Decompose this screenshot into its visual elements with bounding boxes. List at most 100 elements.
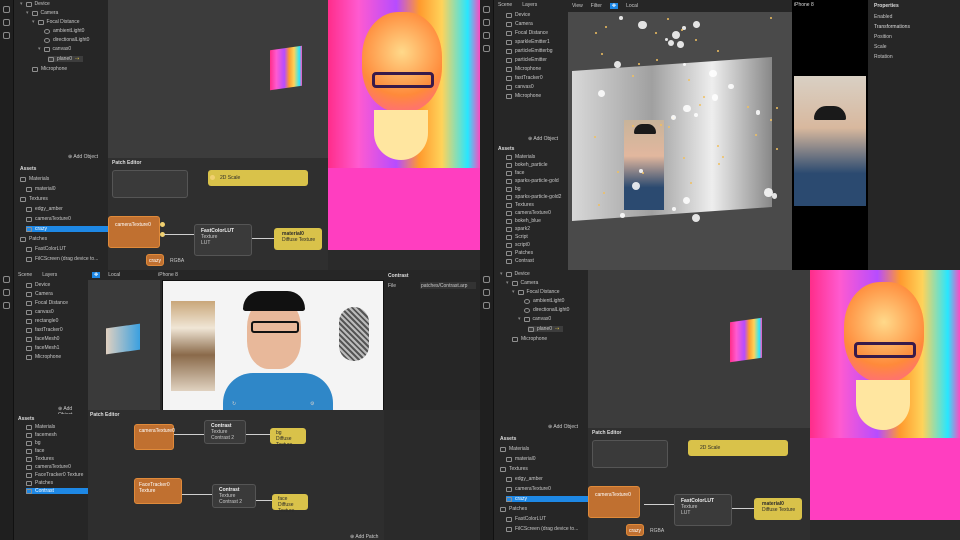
asset-item[interactable]: FilCScreen (drag device to... [506,526,591,532]
asset-item[interactable]: Camera [26,291,93,297]
asset-item[interactable]: Script [506,234,573,240]
scene-item-focal[interactable]: ▾ Focal Distance [512,289,560,295]
scene-tab[interactable]: Scene [498,2,512,8]
asset-item[interactable]: bg [506,186,573,192]
asset-item[interactable]: bokeh_blue [506,218,573,224]
scene-item-plane[interactable]: plane0 ⇢ [48,56,84,62]
asset-item[interactable]: face [26,448,93,454]
toolbar-icon-1[interactable] [3,276,10,283]
asset-folder[interactable]: Materials [500,446,585,452]
toolbar-icon-2[interactable] [3,19,10,26]
asset-item[interactable]: facemesh [26,432,93,438]
material-node[interactable]: material0 Diffuse Texture [274,228,322,250]
scene-item-plane[interactable]: plane0 ⇢ [528,326,564,332]
asset-item[interactable]: edgy_amber [26,206,111,212]
lut-node[interactable]: FastColorLUT Texture LUT [194,224,252,256]
asset-item[interactable]: crazy [26,226,111,232]
asset-item[interactable]: Focal Distance [26,300,93,306]
scene-item-ambient[interactable]: ambientLight0 [524,298,564,304]
asset-item[interactable]: bokeh_particle [506,162,573,168]
local-toggle[interactable]: Local [108,272,120,278]
add-patch-button[interactable]: ⊕ Add Patch [350,534,378,540]
toolbar-icon-2[interactable] [3,289,10,296]
device-selector[interactable]: iPhone 8 [158,272,178,278]
camera-texture-node[interactable]: cameraTexture0 [588,486,640,518]
move-tool-icon[interactable]: ✥ [92,272,101,278]
asset-item[interactable]: Materials [26,424,93,430]
toolbar-icon-2[interactable] [483,19,490,26]
move-tool-icon[interactable]: ✥ [609,3,619,9]
scene-item-microphone[interactable]: Microphone [32,66,67,72]
asset-item[interactable]: particleEmitterbg [506,48,573,54]
asset-item[interactable]: script0 [506,242,573,248]
view-menu[interactable]: View [572,3,583,9]
asset-item[interactable]: Patches [26,480,93,486]
settings-icon[interactable]: ⚙ [310,401,314,407]
asset-item[interactable]: faceMesh1 [26,345,93,351]
layers-tab[interactable]: Layers [522,2,537,8]
asset-item[interactable]: sparks-particle-gold [506,178,573,184]
asset-item[interactable]: material0 [506,456,591,462]
filter-menu[interactable]: Filter [591,3,602,9]
asset-folder[interactable]: Patches [500,506,585,512]
scale-output-node[interactable]: 2D Scale [688,440,788,456]
asset-folder[interactable]: Textures [20,196,105,202]
toolbar-icon-3[interactable] [483,32,490,39]
contrast-node-1[interactable]: Contrast Texture Contrast 2 [204,420,246,444]
toolbar-icon-4[interactable] [483,45,490,52]
scene-item-device[interactable]: ▾ Device [500,271,530,277]
asset-item[interactable]: cameraTexture0 [506,486,591,492]
asset-item[interactable]: Camera [506,21,573,27]
asset-item[interactable]: crazy [506,496,591,502]
toolbar-icon-2[interactable] [483,289,490,296]
asset-folder[interactable]: Patches [20,236,105,242]
scene-item-canvas[interactable]: ▾ canvas0 [38,46,71,52]
local-toggle[interactable]: Local [626,3,638,9]
bg-material-node[interactable]: bg Diffuse Texture [270,428,306,448]
facetracker-texture-node[interactable]: FaceTracker0 Texture [134,478,182,504]
contrast-node-2[interactable]: Contrast Texture Contrast 2 [212,484,256,508]
asset-item[interactable]: Textures [26,456,93,462]
asset-item[interactable]: face [506,170,573,176]
asset-item[interactable]: rectangle0 [26,318,93,324]
camera-texture-node[interactable]: cameraTexture0 [134,424,175,450]
scene-item-canvas[interactable]: ▾ canvas0 [518,316,551,322]
asset-item[interactable]: FilCScreen (drag device to... [26,256,111,262]
add-object-button[interactable]: ⊕ Add Object [528,136,558,142]
toolbar-icon-1[interactable] [3,6,10,13]
asset-item[interactable]: cameraTexture0 [26,216,111,222]
asset-item[interactable]: Microphone [506,66,573,72]
toolbar-icon-1[interactable] [483,276,490,283]
asset-item[interactable]: fastTracker0 [26,327,93,333]
asset-item[interactable]: FastColorLUT [506,516,591,522]
toolbar-icon-3[interactable] [3,32,10,39]
port[interactable] [160,222,165,227]
asset-item[interactable]: Contrast [26,488,93,494]
asset-item[interactable]: canvas0 [26,309,93,315]
asset-item[interactable]: material0 [26,186,111,192]
asset-item[interactable]: Focal Distance [506,30,573,36]
scene-item-microphone[interactable]: Microphone [512,336,547,342]
scene-item-ambient[interactable]: ambientLight0 [44,28,84,34]
asset-item[interactable]: spark2 [506,226,573,232]
asset-item[interactable]: Device [26,282,93,288]
layers-tab[interactable]: Layers [42,272,57,278]
scene-item-device[interactable]: ▾ Device [20,1,50,7]
asset-item[interactable]: cameraTexture0 [506,210,573,216]
toolbar-icon-3[interactable] [483,302,490,309]
scene-item-camera[interactable]: ▾ Camera [26,10,58,16]
toolbar-icon-3[interactable] [3,302,10,309]
asset-item[interactable]: Contrast [506,258,573,264]
asset-item[interactable]: cameraTexture0 [26,464,93,470]
asset-item[interactable]: edgy_amber [506,476,591,482]
scene-item-directional[interactable]: directionalLight0 [524,307,569,313]
device-selector[interactable]: iPhone 8 [794,2,814,8]
crazy-node[interactable]: crazy [146,254,164,266]
asset-item[interactable]: particleEmitter [506,57,573,63]
asset-folder[interactable]: Materials [20,176,105,182]
scene-item-camera[interactable]: ▾ Camera [506,280,538,286]
crazy-node[interactable]: crazy [626,524,644,536]
asset-item[interactable]: sparks-particle-gold2 [506,194,573,200]
scene-tab[interactable]: Scene [18,272,32,278]
asset-item[interactable]: faceMesh0 [26,336,93,342]
